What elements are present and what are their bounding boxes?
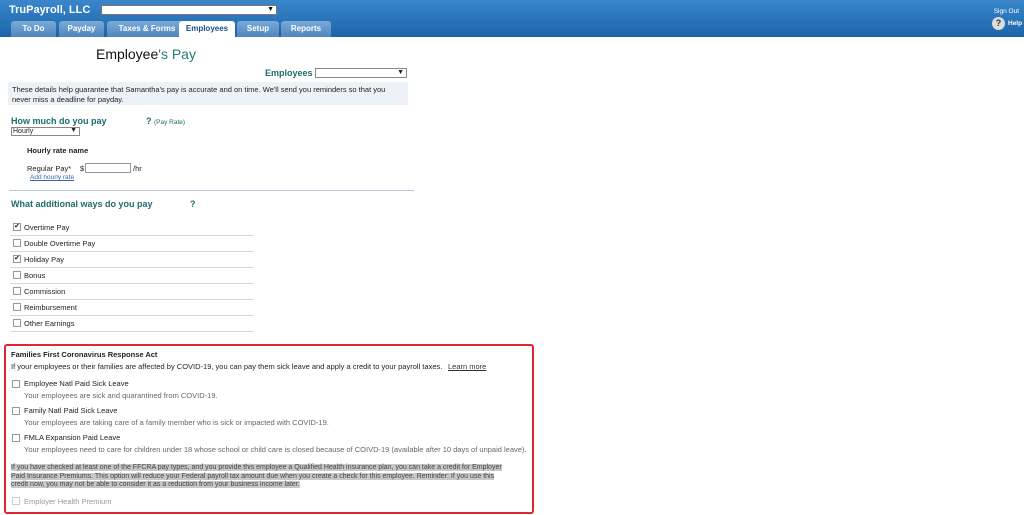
- chevron-down-icon: ▼: [70, 127, 77, 134]
- checkbox[interactable]: [12, 407, 20, 415]
- earning-type-row[interactable]: ✔ Holiday Pay: [10, 252, 254, 268]
- tab-to-do[interactable]: To Do: [11, 21, 56, 37]
- ffcra-credit-note-text: If you have checked at least one of the …: [11, 464, 502, 488]
- checkbox[interactable]: [12, 434, 20, 442]
- ffcra-option-description: Your employees are taking care of a fami…: [24, 418, 329, 427]
- earning-type-label: Double Overtime Pay: [24, 239, 96, 248]
- pay-rate-help-text: (Pay Rate): [154, 119, 186, 126]
- earning-type-row[interactable]: Bonus: [10, 268, 254, 284]
- checkbox[interactable]: [13, 319, 21, 327]
- earning-type-row[interactable]: Reimbursement: [10, 300, 254, 316]
- checkbox-checked[interactable]: ✔: [13, 255, 21, 263]
- employees-label: Employees: [265, 68, 313, 78]
- additional-pay-help-icon[interactable]: ?: [190, 199, 196, 209]
- checkbox[interactable]: [13, 239, 21, 247]
- pay-rate-help-link[interactable]: ? (Pay Rate): [146, 116, 185, 126]
- tab-setup[interactable]: Setup: [237, 21, 279, 37]
- ffcra-option-label: FMLA Expansion Paid Leave: [24, 433, 121, 442]
- info-message: These details help guarantee that Samant…: [8, 82, 408, 105]
- rate-name-heading: Hourly rate name: [27, 146, 89, 155]
- employee-select-dropdown[interactable]: ▼: [315, 68, 407, 78]
- earning-type-label: Holiday Pay: [24, 255, 65, 264]
- employer-health-premium-label: Employer Health Premium: [24, 497, 112, 506]
- chevron-down-icon: ▼: [267, 6, 274, 13]
- ffcra-option-description: Your employees are sick and quarantined …: [24, 391, 218, 400]
- section-divider: [9, 190, 414, 191]
- earning-type-label: Commission: [24, 287, 66, 296]
- page-title-main: Employee: [96, 46, 159, 62]
- pay-section-title: How much do you pay: [11, 116, 107, 126]
- rate-unit: /hr: [133, 164, 142, 173]
- earning-type-label: Other Earnings: [24, 319, 75, 328]
- chevron-down-icon: ▼: [397, 69, 404, 76]
- tab-taxes-forms[interactable]: Taxes & Forms: [107, 21, 187, 37]
- add-hourly-rate-link[interactable]: Add hourly rate: [30, 174, 74, 181]
- question-icon: ?: [146, 116, 152, 126]
- top-navigation-bar: TruPayroll, LLC ▼ To Do Payday Taxes & F…: [0, 0, 1024, 37]
- earning-type-label: Bonus: [24, 271, 46, 280]
- tab-payday[interactable]: Payday: [59, 21, 104, 37]
- page-title: Employee's Pay: [96, 46, 196, 62]
- checkbox: [12, 497, 20, 505]
- ffcra-intro: If your employees or their families are …: [11, 362, 443, 371]
- additional-pay-section-title: What additional ways do you pay: [11, 199, 153, 209]
- earning-type-row[interactable]: Commission: [10, 284, 254, 300]
- ffcra-title: Families First Coronavirus Response Act: [11, 350, 158, 359]
- help-icon[interactable]: ?: [992, 17, 1005, 30]
- pay-type-select[interactable]: Hourly ▼: [11, 127, 80, 136]
- earning-type-row[interactable]: ✔ Overtime Pay: [10, 220, 254, 236]
- help-link[interactable]: Help: [1008, 20, 1022, 27]
- regular-pay-rate-input[interactable]: [85, 163, 131, 173]
- checkbox[interactable]: [13, 287, 21, 295]
- sign-out-link[interactable]: Sign Out: [994, 8, 1019, 15]
- learn-more-link[interactable]: Learn more: [448, 362, 486, 371]
- checkbox[interactable]: [12, 380, 20, 388]
- earning-type-row[interactable]: Double Overtime Pay: [10, 236, 254, 252]
- ffcra-credit-note: If you have checked at least one of the …: [11, 464, 508, 490]
- pay-type-value: Hourly: [13, 128, 34, 135]
- company-name: TruPayroll, LLC: [9, 4, 91, 16]
- checkbox-checked[interactable]: ✔: [13, 223, 21, 231]
- currency-symbol: $: [80, 164, 85, 173]
- earning-type-label: Reimbursement: [24, 303, 77, 312]
- company-select-dropdown[interactable]: ▼: [101, 5, 277, 15]
- earning-type-label: Overtime Pay: [24, 223, 70, 232]
- earning-type-row[interactable]: Other Earnings: [10, 316, 254, 332]
- checkbox[interactable]: [13, 271, 21, 279]
- tab-reports[interactable]: Reports: [281, 21, 331, 37]
- ffcra-option-description: Your employees need to care for children…: [24, 445, 527, 454]
- regular-pay-label: Regular Pay*: [27, 164, 72, 173]
- page-title-accent: 's Pay: [158, 46, 196, 62]
- ffcra-option-label: Employee Natl Paid Sick Leave: [24, 379, 129, 388]
- ffcra-option-label: Family Natl Paid Sick Leave: [24, 406, 118, 415]
- checkbox[interactable]: [13, 303, 21, 311]
- tab-employees[interactable]: Employees: [179, 21, 235, 37]
